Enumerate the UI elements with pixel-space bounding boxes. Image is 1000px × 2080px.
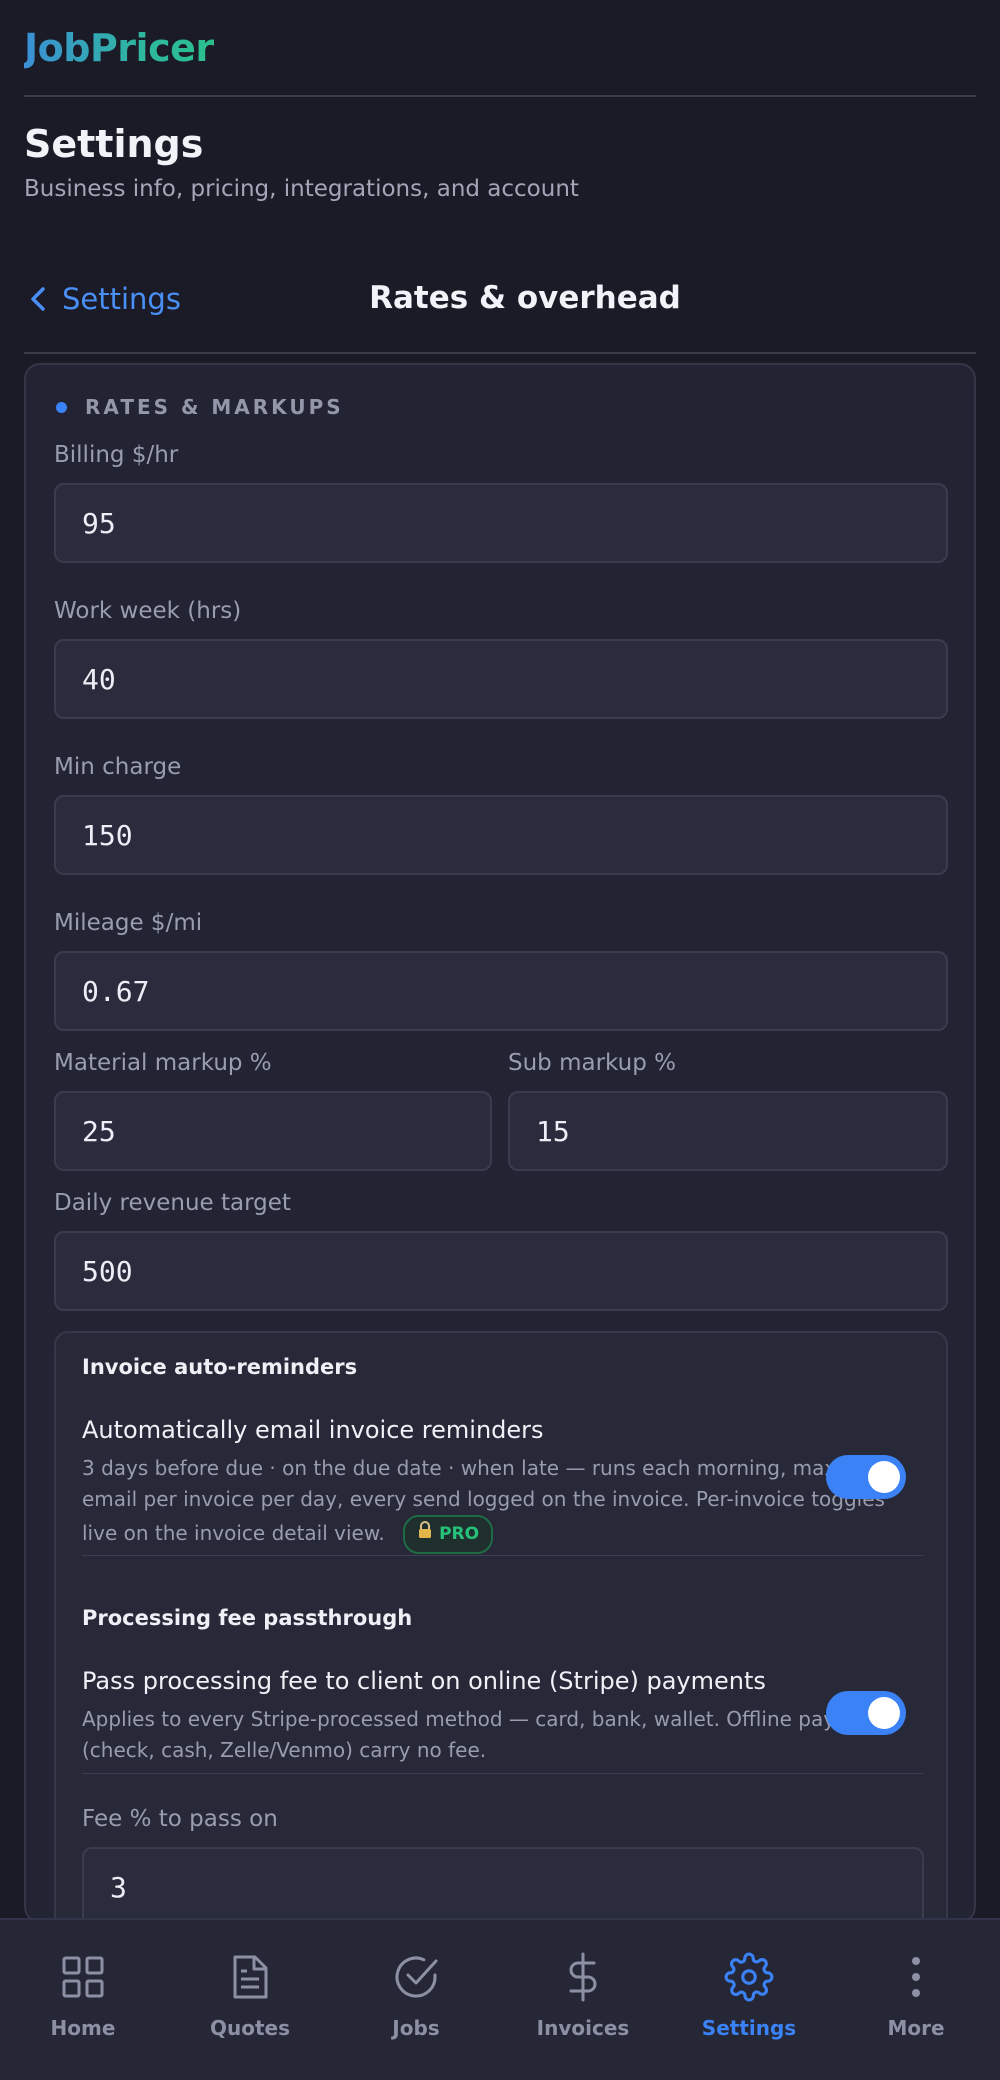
material-markup-input[interactable]: 25 <box>54 1091 492 1171</box>
sub-markup-input[interactable]: 15 <box>508 1091 948 1171</box>
fee-passthrough-toggle[interactable] <box>826 1691 906 1735</box>
page-subtitle: Business info, pricing, integrations, an… <box>24 176 579 202</box>
toggle-knob <box>868 1461 900 1493</box>
dollar-icon <box>569 1952 597 2002</box>
work-week-label: Work week (hrs) <box>54 598 242 624</box>
subnav-title: Rates & overhead <box>369 280 681 316</box>
material-markup-label: Material markup % <box>54 1050 272 1076</box>
toggle-knob <box>868 1697 900 1729</box>
subnav: Settings Rates & overhead <box>24 268 976 354</box>
page-title: Settings <box>24 122 204 166</box>
check-circle-icon <box>395 1956 438 1998</box>
reminders-toggle[interactable] <box>826 1455 906 1499</box>
lock-icon <box>417 1519 433 1550</box>
fee-description: Applies to every Stripe-processed method… <box>82 1707 898 1762</box>
panel-divider <box>82 1773 924 1774</box>
rates-card: RATES & MARKUPS Billing $/hr 95 Work wee… <box>24 363 976 1981</box>
app-logo[interactable]: JobPricer <box>24 26 214 70</box>
min-charge-input[interactable]: 150 <box>54 795 948 875</box>
grid-icon <box>62 1956 104 1998</box>
reminders-title: Automatically email invoice reminders <box>82 1416 544 1444</box>
billing-rate-input[interactable]: 95 <box>54 483 948 563</box>
settings-page: JobPricer Settings Business info, pricin… <box>0 0 1000 2080</box>
daily-target-input[interactable]: 500 <box>54 1231 948 1311</box>
section-dot-icon <box>56 401 67 413</box>
mileage-input[interactable]: 0.67 <box>54 951 948 1031</box>
pro-badge: PRO <box>403 1515 494 1554</box>
billing-label: Billing $/hr <box>54 442 179 468</box>
daily-target-label: Daily revenue target <box>54 1190 291 1216</box>
bottom-nav: Home Quotes Jobs Invoices Settings More <box>0 1918 1000 2080</box>
panel-divider <box>82 1555 924 1556</box>
billing-options-panel: Invoice auto-reminders Automatically ema… <box>54 1331 948 1981</box>
nav-home[interactable]: Home <box>0 1952 166 2040</box>
nav-jobs[interactable]: Jobs <box>333 1952 499 2040</box>
work-week-input[interactable]: 40 <box>54 639 948 719</box>
nav-settings[interactable]: Settings <box>666 1952 832 2040</box>
fee-pct-input[interactable]: 3 <box>82 1847 924 1927</box>
nav-invoices[interactable]: Invoices <box>500 1952 666 2040</box>
document-icon <box>233 1955 268 1999</box>
fee-pct-label: Fee % to pass on <box>82 1806 278 1832</box>
nav-more[interactable]: More <box>833 1952 999 2040</box>
nav-quotes[interactable]: Quotes <box>167 1952 333 2040</box>
section-title: RATES & MARKUPS <box>85 395 344 419</box>
mileage-label: Mileage $/mi <box>54 910 203 936</box>
sub-markup-label: Sub markup % <box>508 1050 676 1076</box>
gear-icon <box>724 1952 774 2002</box>
fee-title: Pass processing fee to client on online … <box>82 1667 766 1695</box>
reminders-heading: Invoice auto-reminders <box>82 1355 358 1379</box>
section-header: RATES & MARKUPS <box>56 395 344 419</box>
app-header: JobPricer <box>24 0 976 97</box>
more-vertical-icon <box>912 1957 920 1997</box>
reminders-description: 3 days before due · on the due date · wh… <box>82 1453 885 1554</box>
fee-heading: Processing fee passthrough <box>82 1606 413 1630</box>
min-charge-label: Min charge <box>54 754 182 780</box>
